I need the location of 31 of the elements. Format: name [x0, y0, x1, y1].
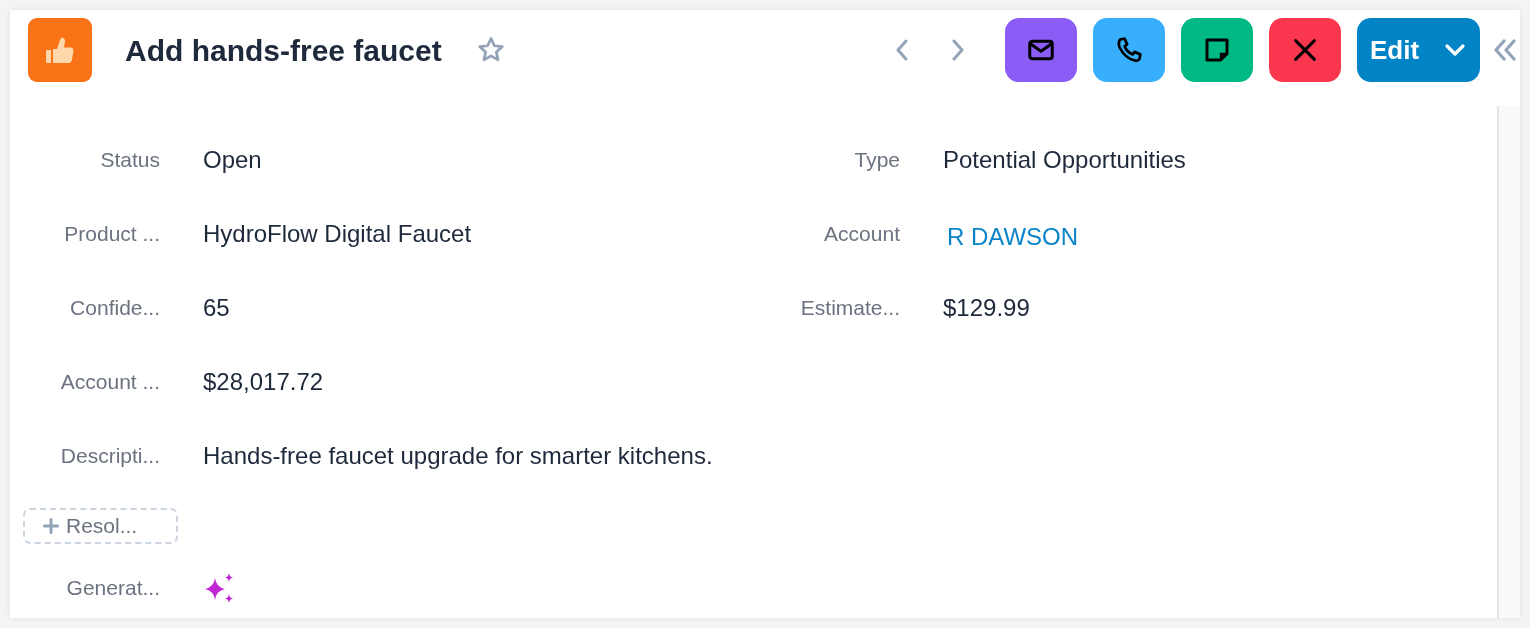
field-value: Potential Opportunities	[943, 145, 1186, 175]
call-button[interactable]	[1093, 18, 1165, 82]
field-value: $28,017.72	[203, 367, 324, 397]
double-chevron-left-icon	[1493, 39, 1517, 61]
field-value: HydroFlow Digital Faucet	[203, 219, 472, 249]
email-button[interactable]	[1005, 18, 1077, 82]
field-label: Account ...	[59, 369, 160, 396]
field-value: Hands-free faucet upgrade for smarter kitchens.	[203, 441, 713, 471]
field-value: Open	[203, 145, 262, 175]
thumbs-up-icon	[28, 18, 92, 82]
chevron-left-icon	[895, 39, 909, 61]
add-field-button[interactable]: Resol...	[23, 508, 178, 544]
close-button[interactable]	[1269, 18, 1341, 82]
field-value: $129.99	[943, 293, 1030, 323]
field-label: Account	[823, 221, 900, 248]
field-value: 65	[203, 293, 230, 323]
account-link[interactable]: R DAWSON	[947, 219, 1079, 255]
field-label: Descripti...	[59, 443, 160, 470]
scrollbar-track[interactable]	[1497, 106, 1520, 618]
caret-icon	[1444, 43, 1466, 57]
field-label: Estimate...	[799, 295, 900, 322]
field-label: Status	[99, 147, 160, 174]
note-button[interactable]	[1181, 18, 1253, 82]
chevron-right-icon	[951, 39, 965, 61]
plus-icon	[43, 518, 59, 534]
field-label: Confide...	[69, 295, 160, 322]
field-label: Generat...	[65, 575, 160, 602]
field-label: Product ...	[63, 221, 160, 248]
record-title: Add hands-free faucet	[125, 32, 442, 69]
edit-button[interactable]: Edit	[1357, 18, 1480, 82]
field-label: Type	[853, 147, 900, 174]
